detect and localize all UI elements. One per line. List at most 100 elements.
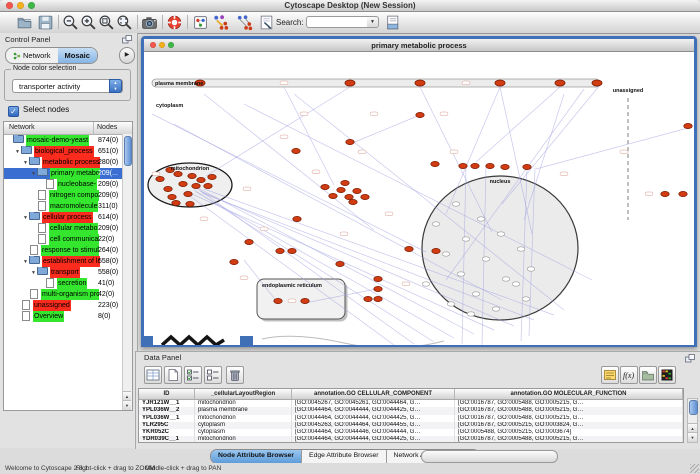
tab-node-attribute-browser[interactable]: Node Attribute Browser bbox=[211, 450, 302, 463]
scroll-down-button[interactable]: ▼ bbox=[688, 432, 697, 442]
network-node[interactable] bbox=[415, 80, 425, 86]
network-node[interactable] bbox=[361, 194, 369, 199]
network-node[interactable] bbox=[353, 188, 361, 193]
network-node[interactable] bbox=[274, 298, 282, 303]
window-resize-grip[interactable] bbox=[690, 464, 699, 473]
network-node[interactable] bbox=[172, 200, 180, 205]
nucleus-node[interactable] bbox=[457, 272, 465, 276]
nucleus-node[interactable] bbox=[482, 257, 490, 261]
function-builder-button[interactable]: f(x) bbox=[620, 366, 638, 384]
open-session-button[interactable] bbox=[16, 14, 33, 31]
tab-scroll-right-button[interactable]: ▶ bbox=[119, 47, 135, 64]
table-column-header[interactable]: ID bbox=[139, 389, 195, 399]
network-node[interactable] bbox=[592, 80, 602, 86]
network-node[interactable] bbox=[374, 286, 382, 291]
nucleus-node[interactable] bbox=[477, 217, 485, 221]
tree-row[interactable]: cellular metabo209(0) bbox=[4, 223, 132, 234]
search-dropdown-button[interactable]: ▼ bbox=[367, 16, 379, 28]
nucleus-node[interactable] bbox=[462, 237, 470, 241]
tree-row[interactable]: secretion41(0) bbox=[4, 278, 132, 289]
nucleus-node[interactable] bbox=[512, 282, 520, 286]
table-row[interactable]: YPL036W__2plasma membrane[GO:0044464, GO… bbox=[139, 407, 683, 414]
zoom-in-button[interactable] bbox=[80, 14, 97, 31]
nucleus-node[interactable] bbox=[422, 282, 430, 286]
network-node[interactable] bbox=[336, 261, 344, 266]
network-node[interactable] bbox=[684, 123, 692, 128]
table-column-header[interactable]: annotation.GO MOLECULAR_FUNCTION bbox=[455, 389, 683, 399]
table-row[interactable]: YKR052Ccytoplasm[GO:0044464, GO:0044446,… bbox=[139, 429, 683, 436]
select-nodes-option[interactable]: ✓Select nodes bbox=[8, 105, 69, 116]
network-node[interactable] bbox=[416, 112, 424, 117]
network-node[interactable] bbox=[345, 80, 355, 86]
network-node[interactable] bbox=[495, 80, 505, 86]
nucleus-node[interactable] bbox=[452, 202, 460, 206]
import-attributes-button[interactable] bbox=[384, 14, 401, 31]
tree-row[interactable]: ▼transport558(0) bbox=[4, 267, 132, 278]
color-mapping-button[interactable] bbox=[658, 366, 676, 384]
network-node[interactable] bbox=[374, 276, 382, 281]
network-node[interactable] bbox=[197, 177, 205, 182]
search-input[interactable] bbox=[306, 16, 368, 28]
network-canvas[interactable]: plasma membranecytoplasmmitochondrionnuc… bbox=[144, 52, 694, 345]
network-node[interactable] bbox=[329, 193, 337, 198]
nucleus-node[interactable] bbox=[502, 277, 510, 281]
tree-row[interactable]: ▼biological_process651(0) bbox=[4, 146, 132, 157]
tab-network[interactable]: Network bbox=[6, 48, 58, 63]
network-node[interactable] bbox=[555, 80, 565, 86]
annotation-button[interactable] bbox=[258, 14, 275, 31]
network-node[interactable] bbox=[321, 184, 329, 189]
tree-row[interactable]: multi-organism pro42(0) bbox=[4, 289, 132, 300]
expand-arrow[interactable]: ▼ bbox=[30, 268, 37, 278]
network-node[interactable] bbox=[486, 163, 494, 168]
network-node[interactable] bbox=[337, 187, 345, 192]
nucleus-node[interactable] bbox=[492, 307, 500, 311]
network-node[interactable] bbox=[301, 298, 309, 303]
network-node[interactable] bbox=[346, 139, 354, 144]
nucleus-node[interactable] bbox=[527, 267, 535, 271]
tree-row[interactable]: nucleobase-209(0) bbox=[4, 179, 132, 190]
save-session-button[interactable] bbox=[37, 14, 54, 31]
table-scrollbar-thumb[interactable] bbox=[689, 400, 698, 415]
nucleus-node[interactable] bbox=[447, 302, 455, 306]
network-node[interactable] bbox=[174, 171, 182, 176]
network-node[interactable] bbox=[293, 216, 301, 221]
node-color-dropdown[interactable]: transporter activity ▲▼ bbox=[12, 79, 123, 93]
nucleus-node[interactable] bbox=[442, 252, 450, 256]
nucleus-node[interactable] bbox=[517, 247, 525, 251]
network-node[interactable] bbox=[230, 259, 238, 264]
network-node[interactable] bbox=[661, 191, 669, 196]
network-node[interactable] bbox=[188, 173, 196, 178]
scroll-down-button[interactable]: ▼ bbox=[123, 400, 131, 410]
nucleus-node[interactable] bbox=[432, 222, 440, 226]
network-node[interactable] bbox=[184, 191, 192, 196]
float-panel-button[interactable] bbox=[685, 354, 695, 363]
network-node[interactable] bbox=[364, 296, 372, 301]
tree-row[interactable]: macromolecule311(0) bbox=[4, 201, 132, 212]
table-row[interactable]: YLR295Ccytoplasm[GO:0045263, GO:0044464,… bbox=[139, 422, 683, 429]
network-node[interactable] bbox=[208, 174, 216, 179]
help-button[interactable] bbox=[166, 14, 183, 31]
zoom-fit-button[interactable] bbox=[116, 14, 133, 31]
tree-row[interactable]: unassigned223(0) bbox=[4, 300, 132, 311]
zoom-out-button[interactable] bbox=[62, 14, 79, 31]
network-node[interactable] bbox=[405, 246, 413, 251]
table-row[interactable]: YDR039C__1mitochondrion[GO:0044464, GO:0… bbox=[139, 436, 683, 443]
network-node[interactable] bbox=[168, 194, 176, 199]
network-node[interactable] bbox=[245, 239, 253, 244]
network-node[interactable] bbox=[204, 183, 212, 188]
tree-row[interactable]: response to stimulu264(0) bbox=[4, 245, 132, 256]
nucleus-node[interactable] bbox=[472, 292, 480, 296]
table-column-header[interactable]: _cellularLayoutRegion bbox=[195, 389, 292, 399]
network-node[interactable] bbox=[345, 194, 353, 199]
network-node[interactable] bbox=[349, 199, 357, 204]
import-attribute-file-button[interactable] bbox=[639, 366, 657, 384]
apply-layout-a-button[interactable] bbox=[212, 14, 229, 31]
nucleus-node[interactable] bbox=[497, 232, 505, 236]
create-attribute-button[interactable] bbox=[164, 366, 182, 384]
network-node[interactable] bbox=[276, 248, 284, 253]
network-node[interactable] bbox=[179, 181, 187, 186]
network-node[interactable] bbox=[186, 201, 194, 206]
expand-arrow[interactable]: ▼ bbox=[22, 257, 29, 267]
network-node[interactable] bbox=[501, 164, 509, 169]
nucleus-node[interactable] bbox=[467, 312, 475, 316]
